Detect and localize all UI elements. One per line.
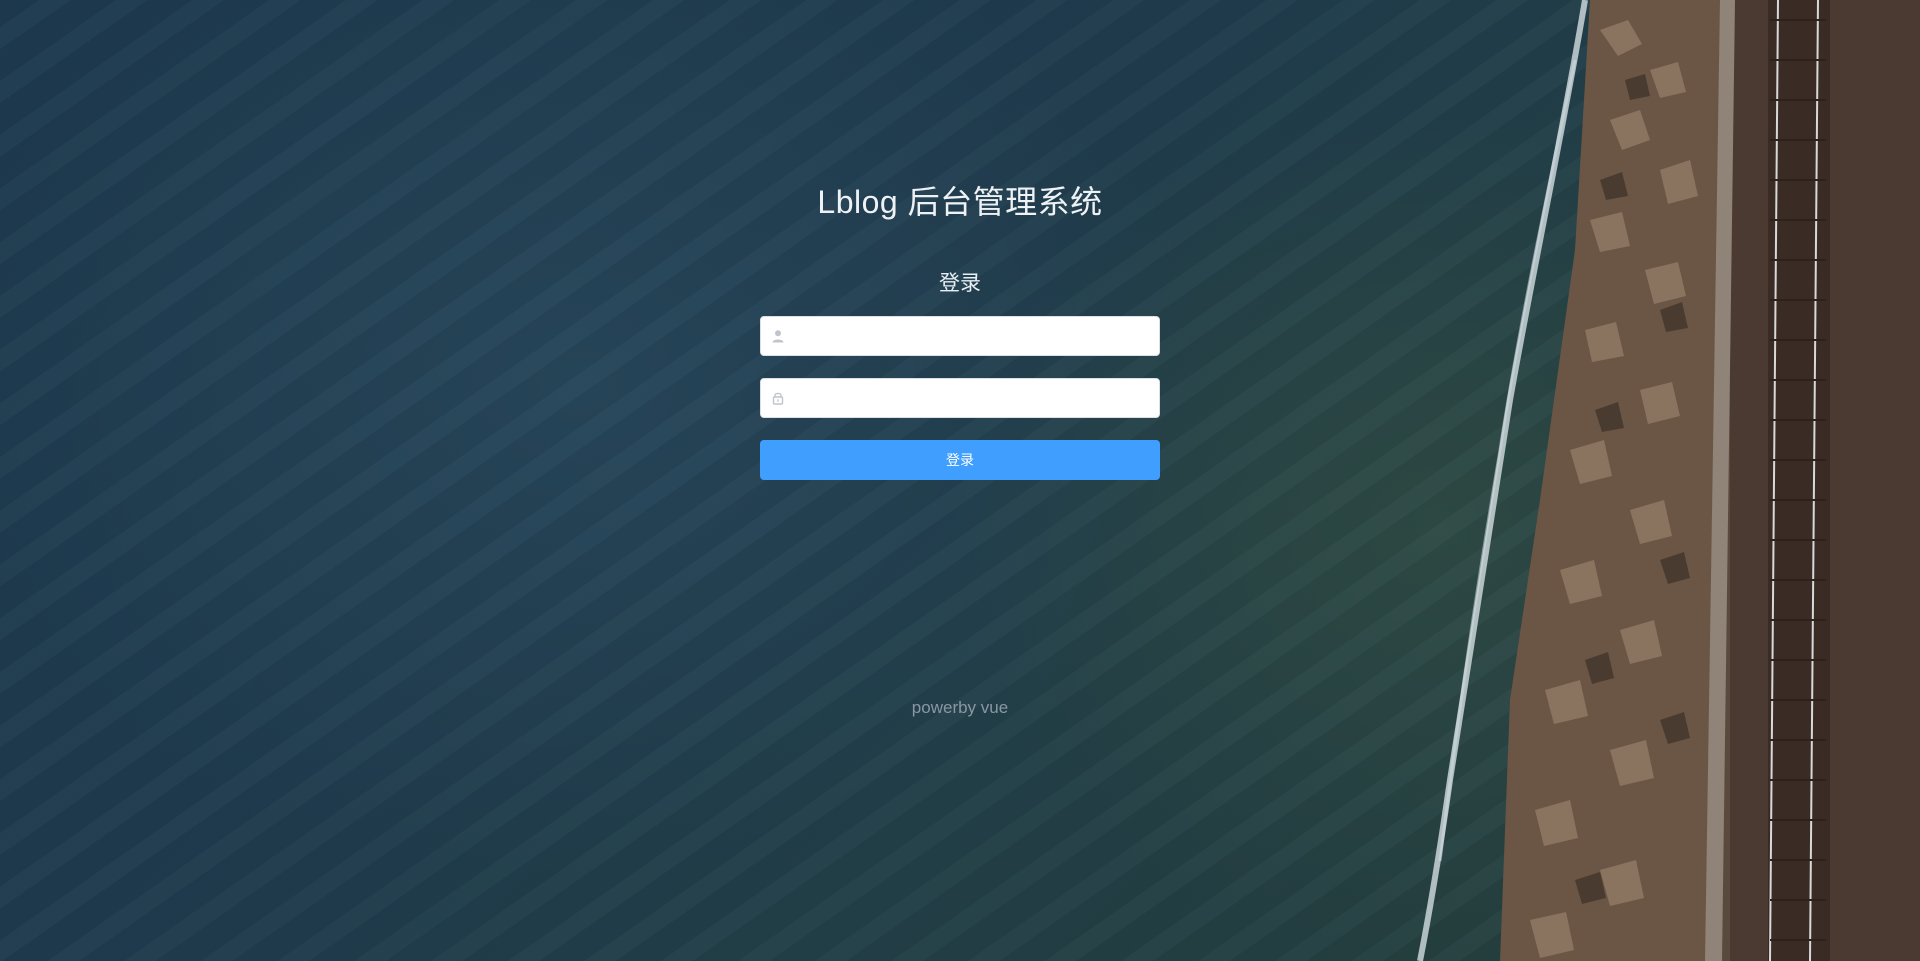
footer-text: powerby vue xyxy=(911,698,1009,717)
background-shoreline-image xyxy=(1360,0,1920,961)
system-title: Lblog 后台管理系统 xyxy=(817,184,1103,220)
password-input[interactable] xyxy=(795,379,1149,417)
login-button[interactable]: 登录 xyxy=(760,440,1160,480)
username-field[interactable] xyxy=(760,316,1160,356)
password-field[interactable] xyxy=(760,378,1160,418)
lock-icon xyxy=(771,391,785,405)
login-heading: 登录 xyxy=(939,272,981,295)
login-page: Lblog 后台管理系统 登录 登录 powerby vue xyxy=(0,0,1920,961)
user-icon xyxy=(771,329,785,343)
username-input[interactable] xyxy=(795,317,1149,355)
